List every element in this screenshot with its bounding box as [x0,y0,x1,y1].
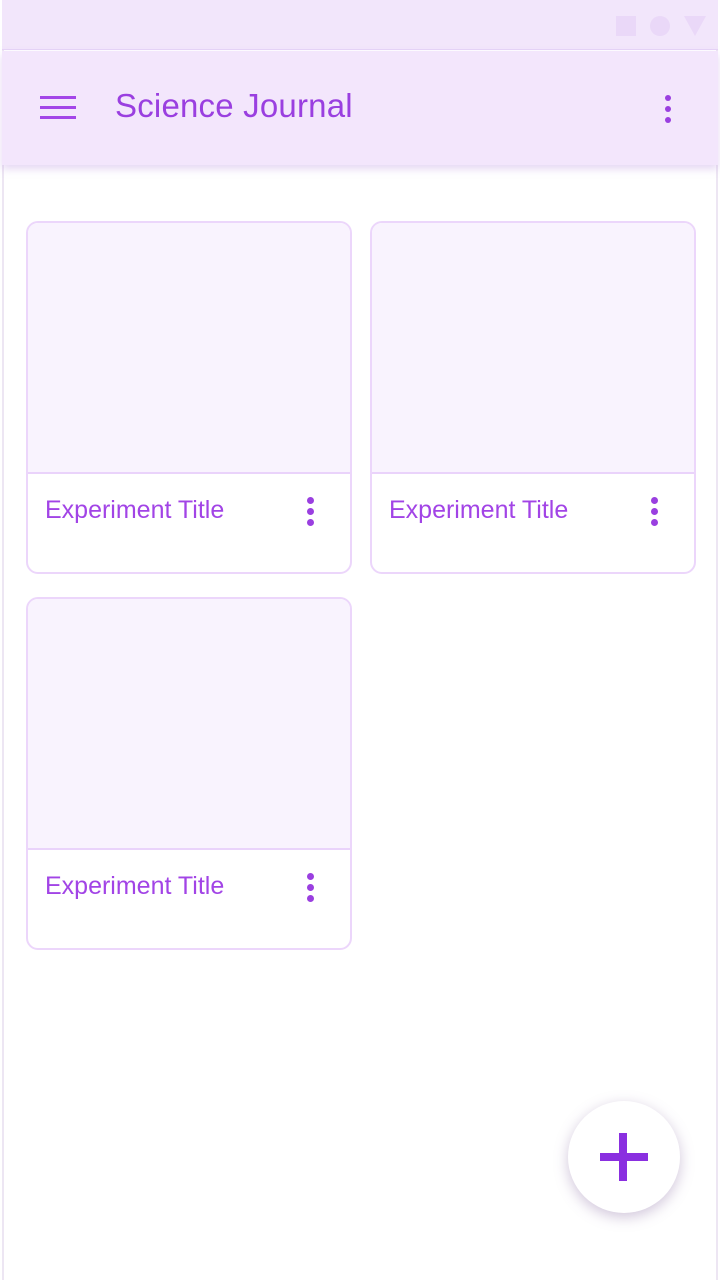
hamburger-menu-icon[interactable] [38,94,78,122]
square-icon [616,16,636,36]
circle-icon [650,16,670,36]
triangle-icon [684,16,706,36]
status-icons [616,16,706,36]
experiment-card-title: Experiment Title [389,496,569,524]
experiment-card-image [28,223,350,474]
more-vert-icon[interactable] [644,493,664,529]
experiment-card[interactable]: Experiment Title [26,597,352,950]
status-bar [2,0,718,50]
experiment-card[interactable]: Experiment Title [26,221,352,574]
more-vert-icon[interactable] [300,493,320,529]
app-title: Science Journal [115,87,353,124]
add-experiment-button[interactable] [568,1101,680,1213]
experiment-card-image [28,599,350,850]
more-vert-icon[interactable] [658,91,678,127]
experiment-card[interactable]: Experiment Title [370,221,696,574]
more-vert-icon[interactable] [300,869,320,905]
app-bar: Science Journal [2,51,718,165]
experiment-card-title: Experiment Title [45,496,225,524]
experiment-card-title: Experiment Title [45,872,225,900]
experiment-card-image [372,223,694,474]
